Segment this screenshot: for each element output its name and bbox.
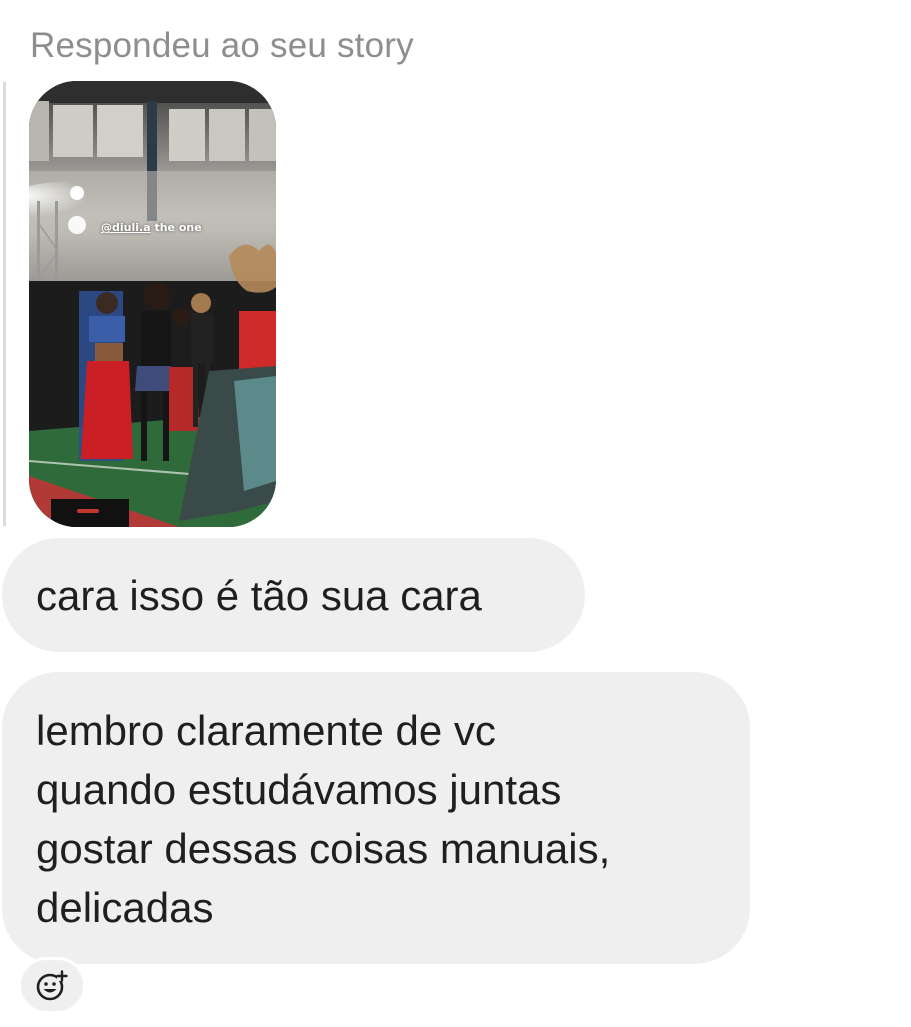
message-bubble[interactable]: lembro claramente de vc quando estudávam…	[2, 672, 750, 964]
message-text: cara isso é tão sua cara	[36, 572, 482, 619]
message-text-line: delicadas	[36, 884, 214, 931]
story-reply-label: Respondeu ao seu story	[30, 26, 414, 65]
story-reply-rail	[3, 82, 6, 526]
add-reaction-button[interactable]	[18, 957, 86, 1014]
add-reaction-icon	[36, 969, 68, 1000]
story-mention-handle: @diuli.a	[101, 221, 151, 234]
story-mention-sticker: @diuli.a the one	[101, 221, 202, 234]
story-thumbnail[interactable]: @diuli.a the one	[29, 81, 276, 527]
story-image	[29, 81, 276, 527]
message-text-line: quando estudávamos juntas	[36, 766, 562, 813]
message-bubble[interactable]: cara isso é tão sua cara	[2, 538, 585, 652]
story-mention-text: the one	[150, 221, 202, 234]
message-text-line: gostar dessas coisas manuais,	[36, 825, 611, 872]
message-text-line: lembro claramente de vc	[36, 707, 496, 754]
